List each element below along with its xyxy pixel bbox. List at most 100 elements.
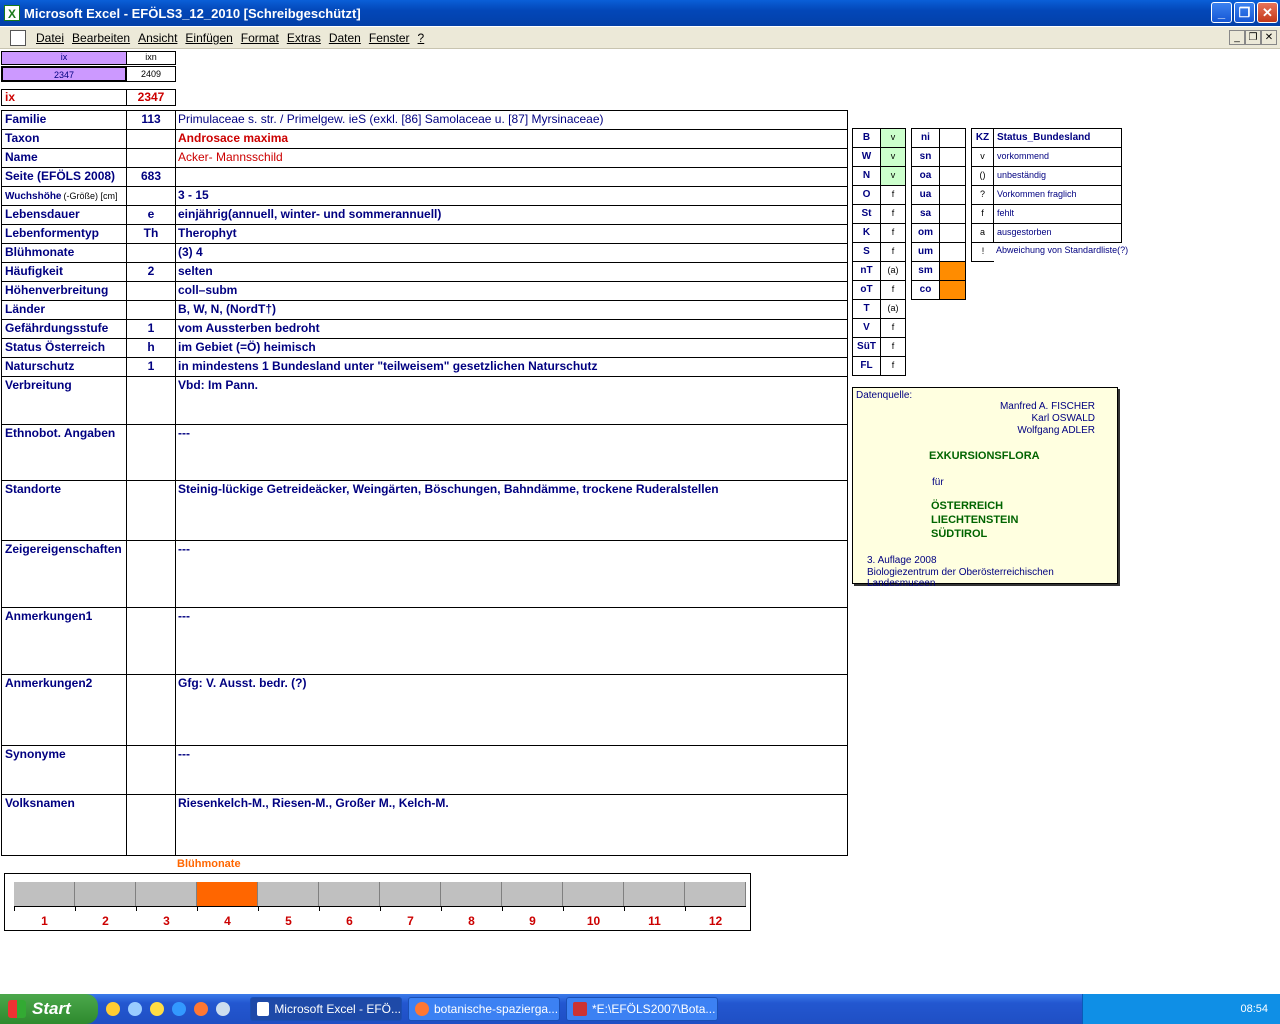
field-value[interactable]: B, W, N, (NordT†): [175, 300, 848, 320]
state-status[interactable]: (a): [880, 299, 906, 319]
field-value[interactable]: 3 - 15: [175, 186, 848, 206]
close-button[interactable]: ✕: [1257, 2, 1278, 23]
menu-fenster[interactable]: Fenster: [365, 31, 414, 45]
field-value[interactable]: coll–subm: [175, 281, 848, 301]
region-status[interactable]: [939, 147, 966, 167]
field-value[interactable]: [175, 167, 848, 187]
field-value[interactable]: ---: [175, 424, 848, 481]
field-value[interactable]: Steinig-lückige Getreideäcker, Weingärte…: [175, 480, 848, 541]
menu-help[interactable]: ?: [414, 31, 429, 45]
field-label: Familie: [1, 110, 127, 130]
clock[interactable]: 08:54: [1240, 1003, 1268, 1015]
field-value[interactable]: ---: [175, 745, 848, 795]
quicklaunch-icon[interactable]: [106, 1002, 120, 1016]
field-value[interactable]: selten: [175, 262, 848, 282]
field-value[interactable]: ---: [175, 540, 848, 608]
field-value[interactable]: ---: [175, 607, 848, 675]
ie-icon[interactable]: [172, 1002, 186, 1016]
worksheet[interactable]: ix ixn 2347 2409 ix 2347 Familie 113 Primu…: [0, 50, 1280, 990]
quicklaunch-icon[interactable]: [216, 1002, 230, 1016]
field-code[interactable]: h: [126, 338, 176, 358]
field-code[interactable]: [126, 129, 176, 149]
field-code[interactable]: [126, 674, 176, 746]
field-value[interactable]: Gfg: V. Ausst. bedr. (?): [175, 674, 848, 746]
state-status[interactable]: f: [880, 337, 906, 357]
field-code[interactable]: [126, 745, 176, 795]
field-value[interactable]: Primulaceae s. str. / Primelgew. ieS (ex…: [175, 110, 848, 130]
doc-close-button[interactable]: ✕: [1261, 30, 1277, 45]
task-editor[interactable]: *E:\EFÖLS2007\Bota...: [566, 997, 718, 1021]
region-status[interactable]: [939, 204, 966, 224]
menu-format[interactable]: Format: [237, 31, 283, 45]
region-status[interactable]: [939, 166, 966, 186]
doc-minimize-button[interactable]: _: [1229, 30, 1245, 45]
field-value[interactable]: im Gebiet (=Ö) heimisch: [175, 338, 848, 358]
field-value[interactable]: (3) 4: [175, 243, 848, 263]
field-value[interactable]: vom Aussterben bedroht: [175, 319, 848, 339]
ix-value-cell[interactable]: 2347: [1, 66, 127, 82]
state-status[interactable]: f: [880, 280, 906, 300]
region-status[interactable]: [939, 261, 966, 281]
quicklaunch-icon[interactable]: [150, 1002, 164, 1016]
menu-bearbeiten[interactable]: Bearbeiten: [68, 31, 134, 45]
menu-ansicht[interactable]: Ansicht: [134, 31, 181, 45]
region-status[interactable]: [939, 223, 966, 243]
menu-daten[interactable]: Daten: [325, 31, 365, 45]
state-status[interactable]: v: [880, 147, 906, 167]
restore-button[interactable]: ❐: [1234, 2, 1255, 23]
field-code[interactable]: [126, 424, 176, 481]
field-code[interactable]: [126, 243, 176, 263]
state-status[interactable]: v: [880, 166, 906, 186]
field-code[interactable]: 2: [126, 262, 176, 282]
state-status[interactable]: f: [880, 204, 906, 224]
region-status[interactable]: [939, 280, 966, 300]
excel-app-icon[interactable]: X: [4, 5, 20, 21]
field-code[interactable]: 1: [126, 319, 176, 339]
field-value[interactable]: einjährig(annuell, winter- und sommerann…: [175, 205, 848, 225]
field-code[interactable]: 113: [126, 110, 176, 130]
menu-datei[interactable]: Datei: [32, 31, 68, 45]
field-value[interactable]: Androsace maxima: [175, 129, 848, 149]
field-code[interactable]: [126, 148, 176, 168]
state-status[interactable]: f: [880, 318, 906, 338]
field-code[interactable]: [126, 480, 176, 541]
field-value[interactable]: Therophyt: [175, 224, 848, 244]
field-value[interactable]: in mindestens 1 Bundesland unter "teilwe…: [175, 357, 848, 377]
field-code[interactable]: Th: [126, 224, 176, 244]
field-code[interactable]: [126, 607, 176, 675]
ix-red-value[interactable]: 2347: [126, 89, 176, 106]
document-icon[interactable]: [10, 29, 26, 46]
field-code[interactable]: e: [126, 205, 176, 225]
state-status[interactable]: f: [880, 223, 906, 243]
field-value[interactable]: Riesenkelch-M., Riesen-M., Großer M., Ke…: [175, 794, 848, 856]
state-status[interactable]: f: [880, 185, 906, 205]
field-code[interactable]: 1: [126, 357, 176, 377]
task-firefox[interactable]: botanische-spazierga...: [408, 997, 560, 1021]
field-code[interactable]: 683: [126, 167, 176, 187]
region-status[interactable]: [939, 242, 966, 262]
ixn-value-cell[interactable]: 2409: [126, 66, 176, 82]
start-button[interactable]: Start: [0, 994, 98, 1024]
state-status[interactable]: f: [880, 356, 906, 376]
menu-extras[interactable]: Extras: [283, 31, 325, 45]
field-code[interactable]: [126, 300, 176, 320]
menu-einfuegen[interactable]: Einfügen: [181, 31, 236, 45]
state-status[interactable]: f: [880, 242, 906, 262]
firefox-icon[interactable]: [194, 1002, 208, 1016]
field-code[interactable]: [126, 186, 176, 206]
region-status[interactable]: [939, 185, 966, 205]
month-label: 7: [407, 914, 414, 928]
field-code[interactable]: [126, 376, 176, 425]
field-code[interactable]: [126, 794, 176, 856]
field-code[interactable]: [126, 281, 176, 301]
minimize-button[interactable]: _: [1211, 2, 1232, 23]
state-status[interactable]: (a): [880, 261, 906, 281]
task-excel[interactable]: Microsoft Excel - EFÖ...: [250, 997, 402, 1021]
doc-restore-button[interactable]: ❐: [1245, 30, 1261, 45]
field-code[interactable]: [126, 540, 176, 608]
field-value[interactable]: Acker- Mannsschild: [175, 148, 848, 168]
field-value[interactable]: Vbd: Im Pann.: [175, 376, 848, 425]
state-status[interactable]: v: [880, 128, 906, 148]
quicklaunch-icon[interactable]: [128, 1002, 142, 1016]
region-status[interactable]: [939, 128, 966, 148]
